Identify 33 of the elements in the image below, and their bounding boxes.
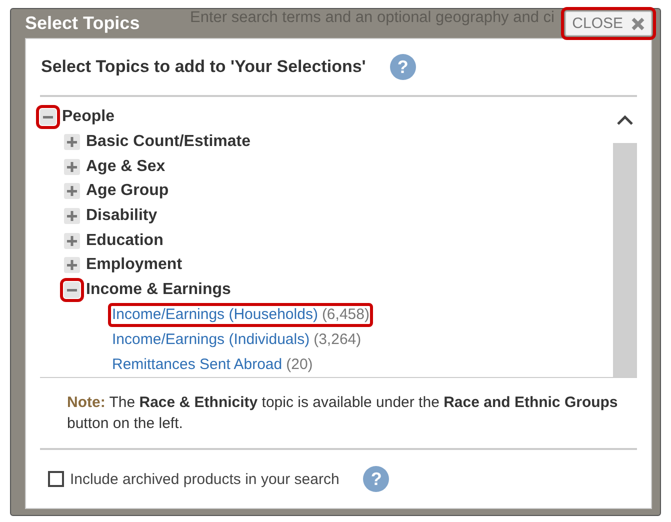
topic-count: (3,264) (314, 331, 362, 348)
tree-item-label[interactable]: People (62, 108, 114, 126)
archive-checkbox[interactable] (48, 471, 64, 487)
topic-link[interactable]: Remittances Sent Abroad (112, 356, 282, 373)
tree-item-label[interactable]: Income & Earnings (86, 281, 231, 300)
topic-link[interactable]: Income/Earnings (Households) (112, 306, 318, 324)
help-button[interactable]: ? (390, 54, 416, 80)
close-icon (631, 16, 645, 30)
checkbox-label: Include archived products in your search (70, 470, 340, 488)
scrollbar[interactable] (613, 97, 637, 377)
expand-icon[interactable] (64, 158, 80, 175)
tree-item-label[interactable]: Employment (86, 256, 182, 274)
topic-count: (6,458) (322, 306, 370, 324)
expand-icon[interactable] (64, 232, 80, 249)
tree-item-label[interactable]: Age & Sex (86, 158, 166, 176)
topic-row[interactable]: Remittances Sent Abroad (20) (108, 352, 317, 377)
expand-icon[interactable] (64, 257, 80, 274)
tree-item-label[interactable]: Age Group (86, 182, 169, 200)
topic-link[interactable]: Income/Earnings (Individuals) (112, 331, 310, 348)
topic-row[interactable]: Income/Earnings (Individuals) (3,264) (108, 327, 366, 352)
dialog-title: Select Topics (25, 13, 140, 34)
note-text: Note: The Race & Ethnicity topic is available under the Race and Ethnic Groups button on the left. (67, 393, 619, 434)
topic-count: (20) (286, 356, 313, 373)
expand-icon[interactable] (64, 208, 80, 224)
expand-icon[interactable] (64, 183, 80, 200)
panel-heading: Select Topics to add to 'Your Selections' (41, 57, 366, 77)
tree-item-label[interactable]: Education (86, 232, 164, 250)
expand-icon[interactable] (64, 134, 80, 150)
tree-item-label[interactable]: Basic Count/Estimate (86, 133, 250, 152)
chevron-up-icon[interactable] (616, 114, 634, 126)
tree-item-label[interactable]: Disability (86, 207, 158, 226)
topic-row[interactable]: Income/Earnings (Households) (6,458) (108, 302, 374, 328)
help-button[interactable]: ? (363, 466, 390, 492)
